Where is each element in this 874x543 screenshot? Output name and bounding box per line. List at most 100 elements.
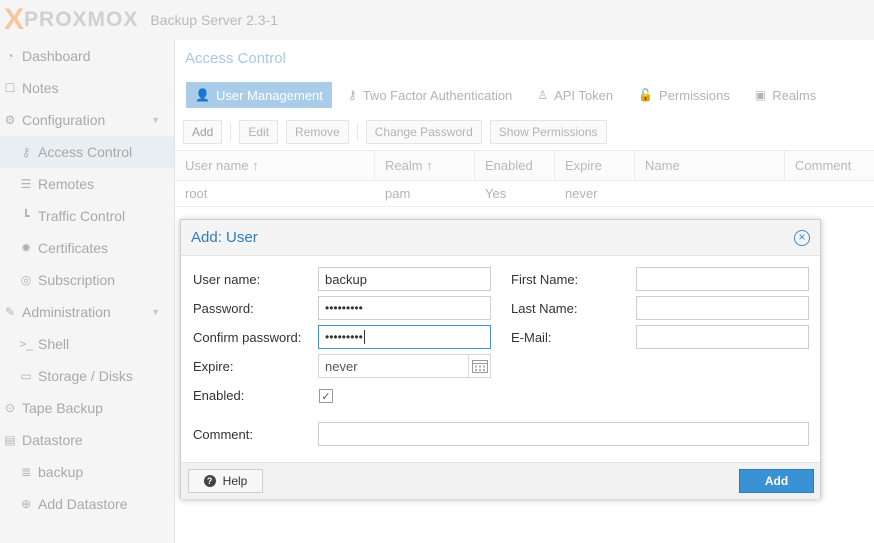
server-icon: ☰	[20, 177, 32, 191]
chevron-down-icon[interactable]: ▼	[151, 307, 160, 317]
confirm-password-field[interactable]: •••••••••	[318, 325, 491, 349]
product-version: Backup Server 2.3-1	[150, 12, 278, 28]
first-name-label: First Name:	[511, 272, 579, 287]
sidebar-item-configuration[interactable]: ⚙ Configuration ▼	[0, 104, 174, 136]
email-label: E-Mail:	[511, 330, 552, 345]
last-name-field[interactable]	[636, 296, 809, 320]
logo-x-mark: X	[4, 3, 24, 36]
cell-name	[635, 181, 785, 206]
logo-wordmark: PROXMOX	[24, 8, 139, 31]
unlock-icon: 🔓	[638, 88, 654, 102]
sidebar-item-label: Tape Backup	[22, 400, 103, 416]
expire-label: Expire:	[193, 359, 234, 374]
tab-label: Permissions	[659, 87, 730, 103]
sidebar-item-shell[interactable]: >_ Shell	[0, 328, 174, 360]
sidebar-item-traffic-control[interactable]: ┗ Traffic Control	[0, 200, 174, 232]
page-title: Access Control	[185, 50, 286, 67]
sidebar-item-label: Subscription	[38, 272, 116, 288]
username-value: backup	[325, 271, 367, 287]
column-header-username[interactable]: User name ↑	[175, 151, 375, 180]
tab-api-token[interactable]: ♙ API Token	[528, 82, 622, 108]
username-field[interactable]: backup	[318, 267, 491, 291]
tab-user-management[interactable]: 👤 User Management	[186, 82, 332, 108]
show-permissions-button[interactable]: Show Permissions	[489, 120, 607, 144]
grid-toolbar: Add Edit Remove Change Password Show Per…	[175, 118, 874, 146]
notes-icon: ☐	[4, 81, 16, 95]
column-header-name[interactable]: Name	[635, 151, 785, 180]
column-header-realm[interactable]: Realm ↑	[375, 151, 475, 180]
support-icon: ◎	[20, 273, 32, 287]
dialog-header: Add: User ×	[181, 220, 820, 256]
chart-icon: ┗	[22, 209, 30, 223]
sidebar-item-dashboard[interactable]: ◔ Dashboard	[0, 40, 174, 72]
sidebar-item-access-control[interactable]: ⚷ Access Control	[0, 136, 174, 168]
password-field[interactable]: •••••••••	[318, 296, 491, 320]
cell-expire: never	[565, 186, 598, 201]
sidebar-item-label: Configuration	[22, 112, 106, 128]
certificate-icon: ✹	[20, 241, 32, 255]
close-icon[interactable]: ×	[794, 230, 810, 246]
remove-button[interactable]: Remove	[286, 120, 349, 144]
confirm-password-value: •••••••••	[325, 330, 363, 344]
edit-button[interactable]: Edit	[239, 120, 279, 144]
sidebar-item-certificates[interactable]: ✹ Certificates	[0, 232, 174, 264]
column-header-enabled[interactable]: Enabled	[475, 151, 555, 180]
sidebar-item-label: Add Datastore	[38, 496, 128, 512]
terminal-icon: >_	[19, 337, 33, 351]
cell-comment	[785, 181, 874, 206]
tab-two-factor-authentication[interactable]: ⚷ Two Factor Authentication	[339, 82, 521, 108]
user-icon: 👤	[195, 88, 210, 102]
toolbar-separator	[230, 123, 232, 141]
tab-label: Realms	[772, 87, 817, 103]
check-icon: ✓	[321, 390, 331, 403]
tape-icon: ⊙	[4, 401, 16, 415]
help-button[interactable]: ? Help	[188, 469, 263, 493]
sidebar-item-label: Certificates	[38, 240, 109, 256]
cell-realm: pam	[385, 186, 411, 201]
sidebar-item-add-datastore[interactable]: ⊕ Add Datastore	[0, 488, 174, 520]
enabled-checkbox[interactable]: ✓	[319, 389, 333, 403]
add-button[interactable]: Add	[739, 469, 814, 493]
tab-label: API Token	[554, 87, 614, 103]
question-circle-icon: ?	[203, 475, 216, 487]
column-header-expire[interactable]: Expire	[555, 151, 635, 180]
change-password-button[interactable]: Change Password	[365, 120, 482, 144]
column-header-comment[interactable]: Comment	[785, 151, 874, 180]
sidebar-item-storage-disks[interactable]: ▭ Storage / Disks	[0, 360, 174, 392]
sidebar-item-tape-backup[interactable]: ⊙ Tape Backup	[0, 392, 174, 424]
sidebar-item-notes[interactable]: ☐ Notes	[0, 72, 174, 104]
table-row[interactable]: root pam Yes never	[175, 181, 874, 207]
help-button-label: Help	[222, 474, 248, 488]
comment-field[interactable]	[318, 422, 809, 446]
sidebar-item-administration[interactable]: ✎ Administration ▼	[0, 296, 174, 328]
database-icon: ≣	[20, 465, 32, 479]
sidebar-item-label: Remotes	[38, 176, 95, 192]
email-field[interactable]	[636, 325, 809, 349]
sidebar-item-backup[interactable]: ≣ backup	[0, 456, 174, 488]
tab-label: User Management	[215, 87, 323, 103]
sidebar-item-subscription[interactable]: ◎ Subscription	[0, 264, 174, 296]
sidebar-item-datastore[interactable]: ▤ Datastore	[0, 424, 174, 456]
sidebar-item-label: backup	[38, 464, 84, 480]
calendar-icon[interactable]	[468, 355, 490, 377]
sidebar-item-remotes[interactable]: ☰ Remotes	[0, 168, 174, 200]
wrench-icon: ✎	[4, 305, 16, 319]
tab-label: Two Factor Authentication	[362, 87, 513, 103]
top-header: X PROXMOX Backup Server 2.3-1	[0, 0, 874, 40]
sidebar-item-label: Access Control	[38, 144, 133, 160]
sidebar-item-label: Dashboard	[22, 48, 91, 64]
username-label: User name:	[193, 272, 261, 287]
chevron-down-icon[interactable]: ▼	[151, 115, 160, 125]
tab-realms[interactable]: ▣ Realms	[746, 82, 825, 108]
first-name-field[interactable]	[636, 267, 809, 291]
dialog-footer: ? Help Add	[181, 462, 820, 499]
password-label: Password:	[193, 301, 254, 316]
add-user-button[interactable]: Add	[183, 120, 223, 144]
key-icon: ⚷	[347, 88, 357, 102]
tab-permissions[interactable]: 🔓 Permissions	[629, 82, 739, 108]
last-name-label: Last Name:	[511, 301, 578, 316]
plus-circle-icon: ⊕	[20, 497, 32, 511]
text-cursor	[363, 330, 365, 344]
expire-date-field[interactable]: never	[318, 354, 491, 378]
sidebar-item-label: Datastore	[22, 432, 83, 448]
